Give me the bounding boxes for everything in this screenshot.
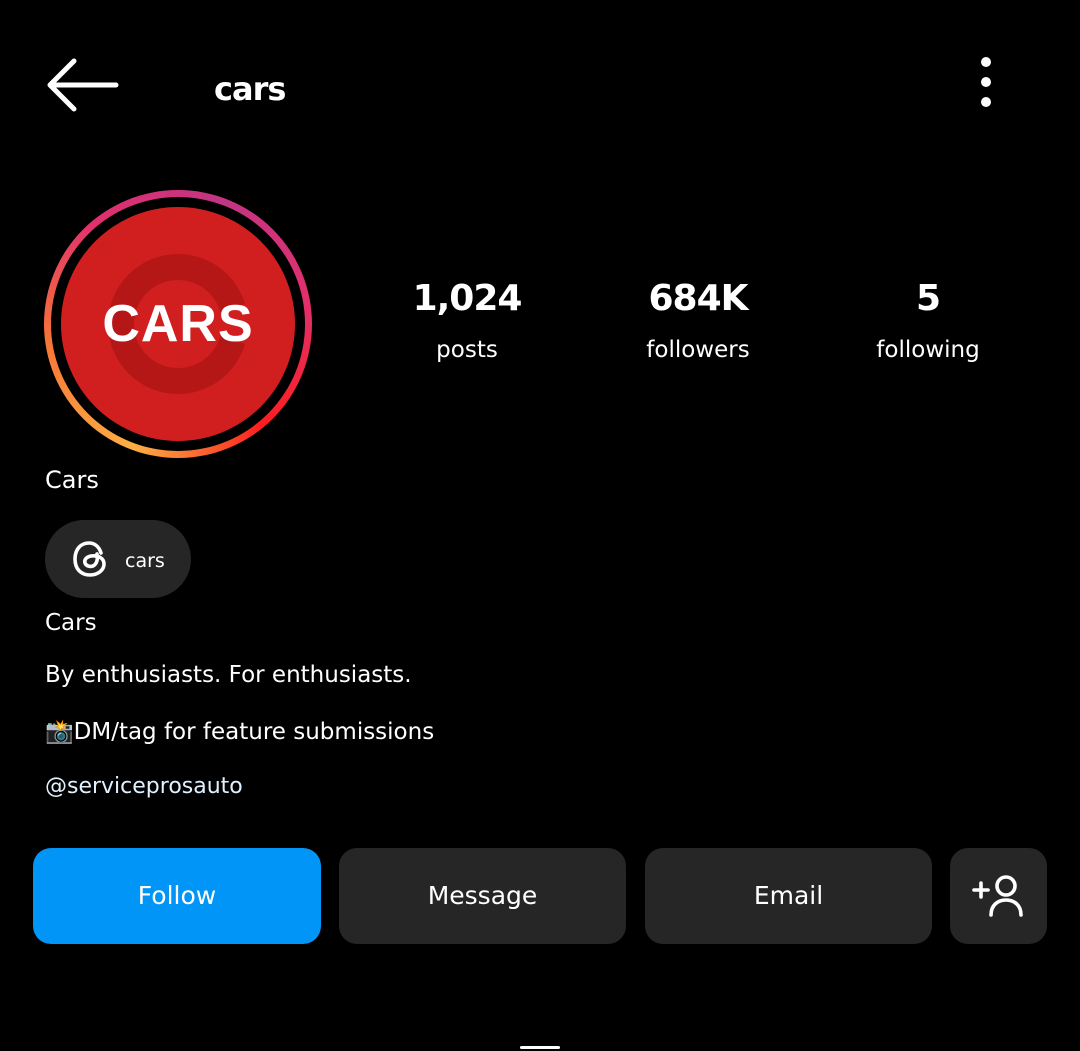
avatar: CARS xyxy=(61,207,295,441)
back-button[interactable] xyxy=(44,55,120,115)
bio-mention-link[interactable]: @serviceprosauto xyxy=(45,774,243,799)
avatar-story-ring[interactable]: CARS xyxy=(44,190,312,458)
page-title: cars xyxy=(214,70,286,108)
threads-label: cars xyxy=(125,550,165,572)
tab-indicator xyxy=(520,1046,560,1049)
following-label: following xyxy=(876,337,980,363)
more-options-button[interactable] xyxy=(966,52,1006,112)
threads-badge[interactable]: cars xyxy=(45,520,191,598)
display-name: Cars xyxy=(45,466,99,494)
posts-count: 1,024 xyxy=(412,278,523,319)
suggest-users-button[interactable] xyxy=(950,848,1047,944)
email-button[interactable]: Email xyxy=(645,848,932,944)
posts-stat[interactable]: 1,024 posts xyxy=(367,278,567,363)
bio-category: Cars xyxy=(45,610,97,636)
more-vertical-icon xyxy=(981,57,991,107)
follow-button[interactable]: Follow xyxy=(33,848,321,944)
add-user-icon xyxy=(972,875,1023,917)
followers-count: 684K xyxy=(648,278,748,319)
message-button[interactable]: Message xyxy=(339,848,626,944)
bio-line-1: By enthusiasts. For enthusiasts. xyxy=(45,662,412,688)
bio-line-2: 📸DM/tag for feature submissions xyxy=(45,719,435,745)
top-bar: cars xyxy=(0,0,1080,180)
following-stat[interactable]: 5 following xyxy=(828,278,1028,363)
arrow-left-icon xyxy=(47,58,119,112)
threads-icon xyxy=(73,541,106,577)
following-count: 5 xyxy=(915,278,941,319)
avatar-logo-text: CARS xyxy=(102,295,254,353)
followers-label: followers xyxy=(646,337,750,363)
followers-stat[interactable]: 684K followers xyxy=(598,278,798,363)
posts-label: posts xyxy=(436,337,498,363)
